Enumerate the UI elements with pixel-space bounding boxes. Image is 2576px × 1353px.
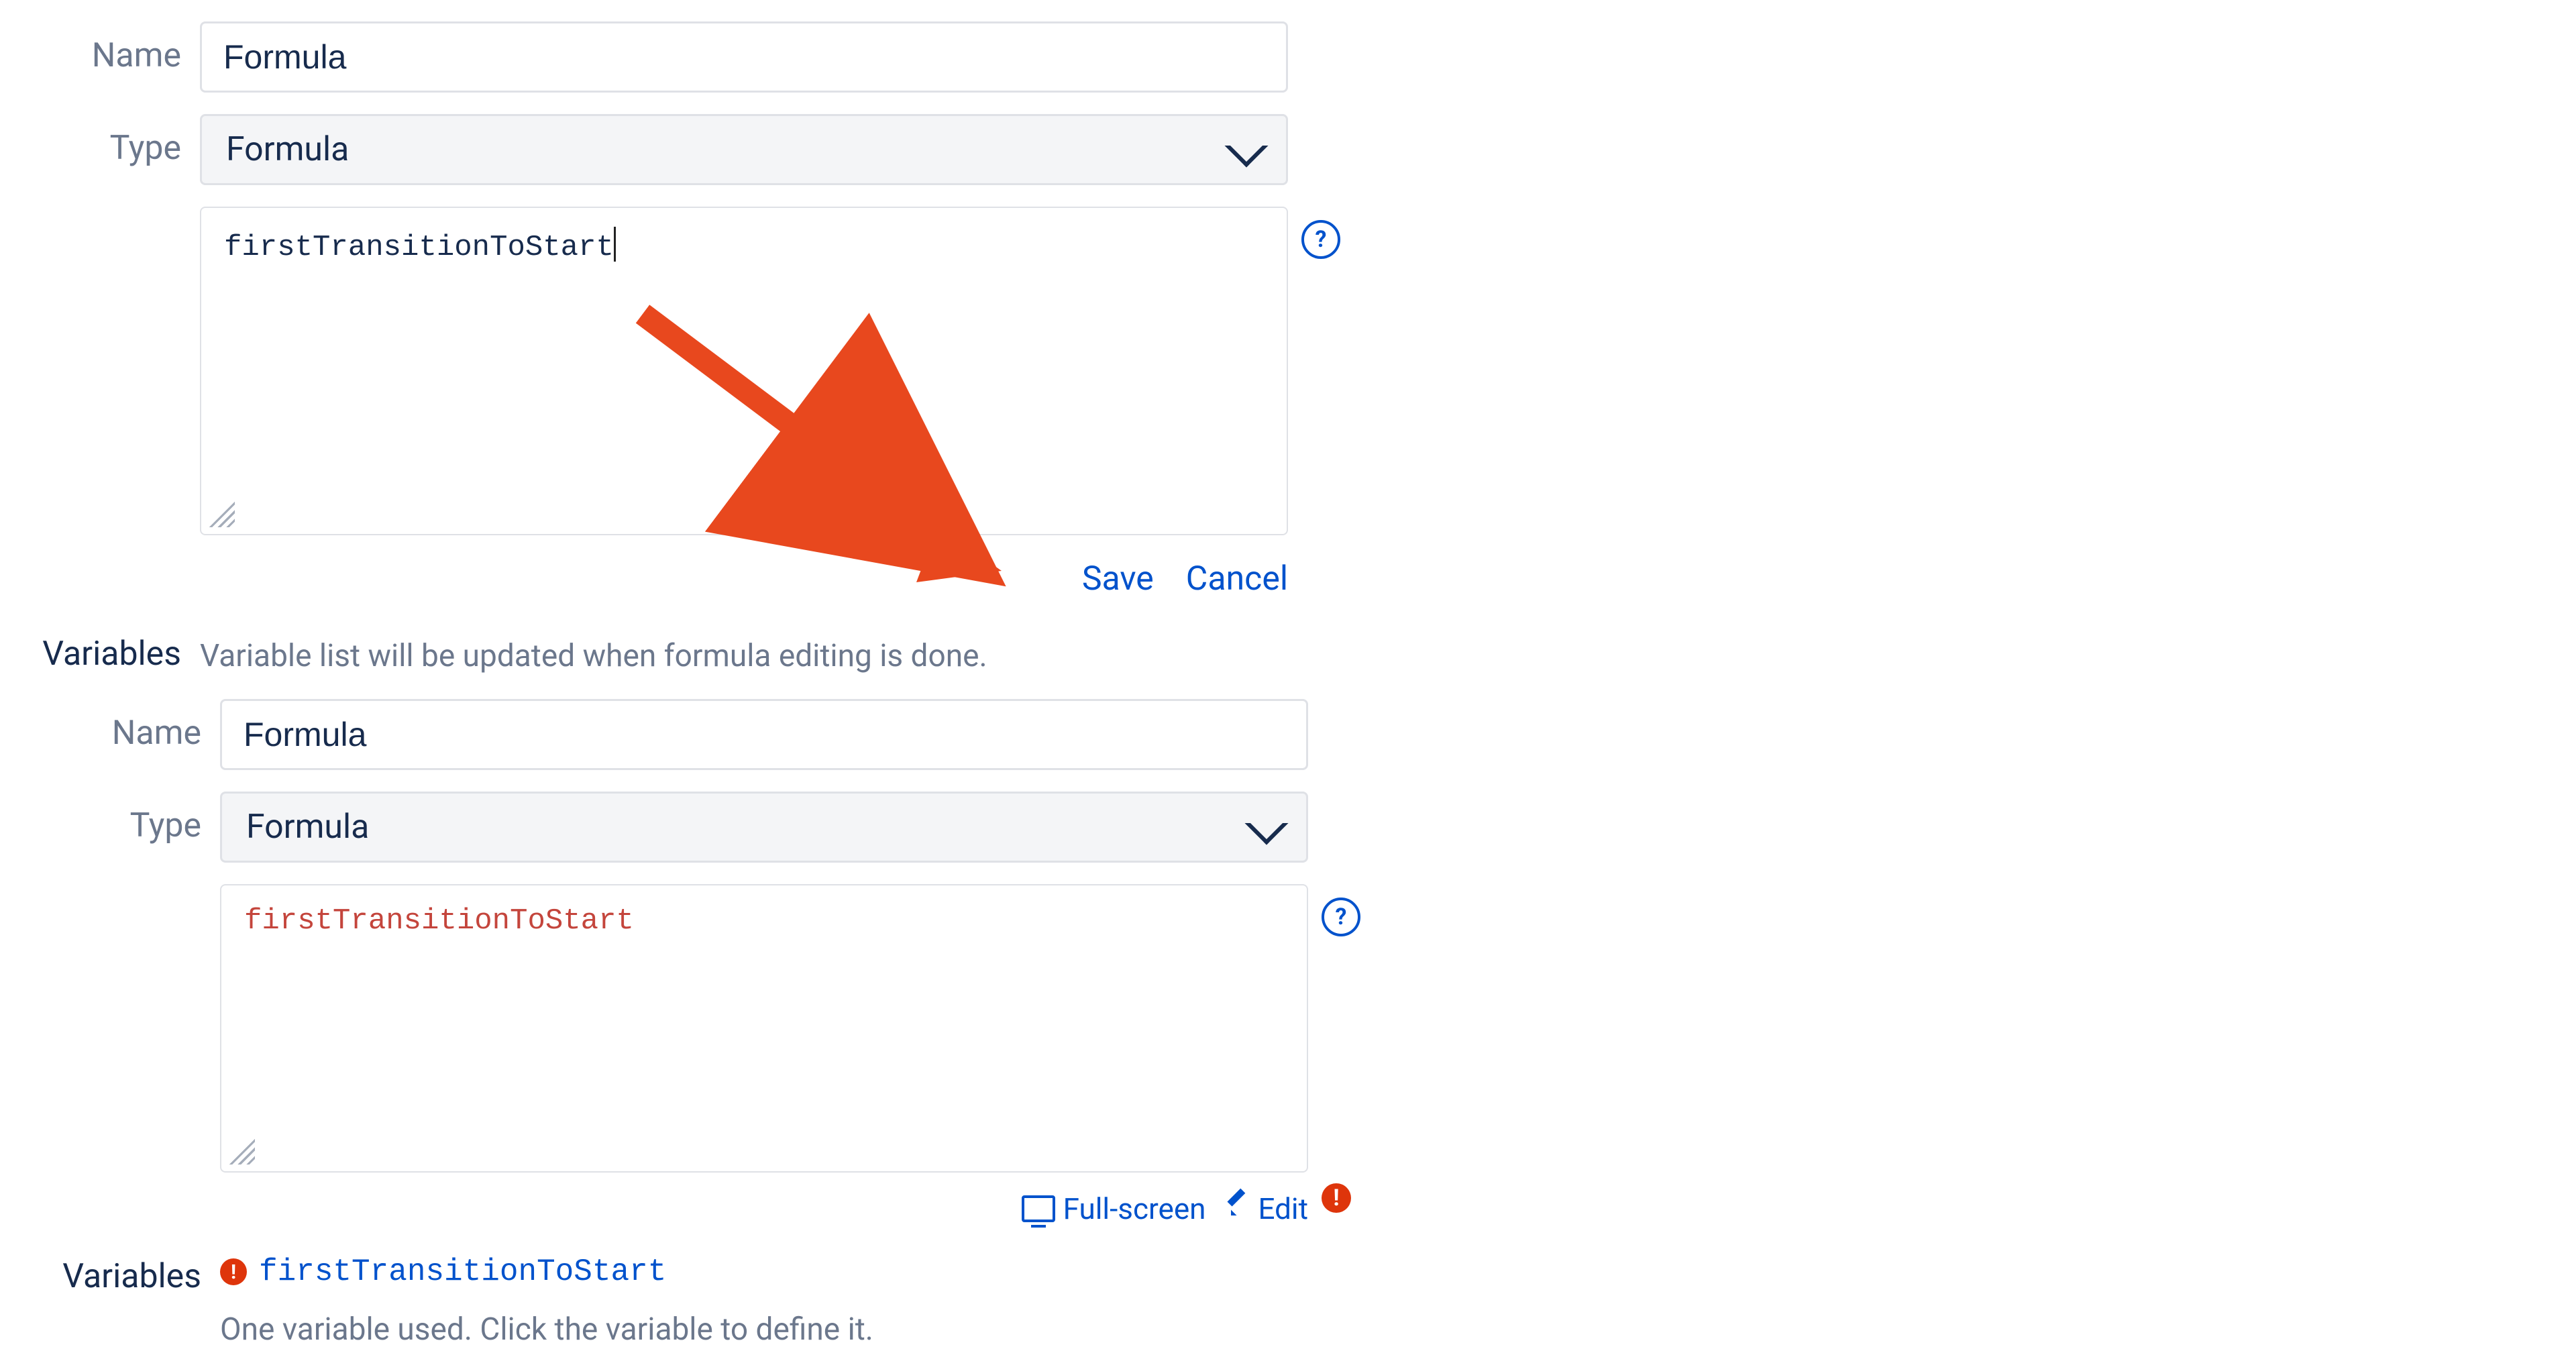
error-circle-icon: ! xyxy=(1322,1183,1351,1213)
formula-field-wrap: firstTransitionToStart ? ! Full-screen E… xyxy=(220,884,1308,1226)
variables-hint-wrap: Variable list will be updated when formu… xyxy=(200,620,1288,678)
chevron-down-icon xyxy=(1244,802,1288,845)
help-icon[interactable]: ? xyxy=(1322,898,1360,936)
name-field-wrap xyxy=(220,699,1308,770)
formula-text-error: firstTransitionToStart xyxy=(244,904,634,938)
resize-grip-icon xyxy=(228,1138,255,1165)
type-row: Type Formula xyxy=(54,792,1308,863)
formula-actions: Save Cancel xyxy=(200,559,1288,598)
edit-label: Edit xyxy=(1258,1191,1308,1226)
name-input[interactable] xyxy=(220,699,1308,770)
type-select-value: Formula xyxy=(226,130,349,169)
name-input[interactable] xyxy=(200,21,1288,93)
help-circle-icon: ? xyxy=(1322,898,1360,936)
type-select[interactable]: Formula xyxy=(200,114,1288,185)
variable-link[interactable]: firstTransitionToStart xyxy=(259,1254,666,1289)
edit-button[interactable]: Edit xyxy=(1226,1191,1308,1226)
formula-editor-panel-readonly: Name Type Formula firstTransitionToStart… xyxy=(54,678,1308,1351)
name-label: Name xyxy=(54,699,201,753)
error-circle-icon: ! xyxy=(220,1258,247,1285)
variables-content: ! firstTransitionToStart One variable us… xyxy=(220,1242,1308,1351)
name-row: Name xyxy=(54,699,1308,770)
formula-label-empty xyxy=(34,207,181,221)
fullscreen-button[interactable]: Full-screen xyxy=(1022,1191,1206,1226)
fullscreen-icon xyxy=(1022,1195,1055,1222)
type-field-wrap: Formula xyxy=(220,792,1308,863)
type-label: Type xyxy=(54,792,201,845)
variables-label: Variables xyxy=(34,620,181,673)
formula-row: firstTransitionToStart ? ! Full-screen E… xyxy=(54,884,1308,1226)
variables-hint: Variable list will be updated when formu… xyxy=(200,620,1288,678)
formula-field-wrap: firstTransitionToStart ? Save Cancel xyxy=(200,207,1288,598)
formula-text: firstTransitionToStart xyxy=(224,231,614,264)
fullscreen-label: Full-screen xyxy=(1063,1191,1206,1226)
type-label: Type xyxy=(34,114,181,168)
formula-label-empty xyxy=(54,884,201,899)
variable-item: ! firstTransitionToStart xyxy=(220,1242,1308,1289)
type-field-wrap: Formula xyxy=(200,114,1288,185)
pencil-icon xyxy=(1226,1197,1250,1221)
text-caret xyxy=(614,227,616,262)
formula-editor-panel-editing: Name Type Formula firstTransitionToStart… xyxy=(34,0,1288,678)
type-select-value: Formula xyxy=(246,808,369,847)
error-icon[interactable]: ! xyxy=(1322,1183,1351,1213)
help-circle-icon: ? xyxy=(1301,220,1340,259)
cancel-button[interactable]: Cancel xyxy=(1186,559,1288,598)
formula-row: firstTransitionToStart ? Save Cancel xyxy=(34,207,1288,598)
formula-display[interactable]: firstTransitionToStart xyxy=(220,884,1308,1173)
save-button[interactable]: Save xyxy=(1082,559,1154,598)
name-row: Name xyxy=(34,21,1288,93)
resize-grip-icon[interactable] xyxy=(208,500,235,527)
variables-hint: One variable used. Click the variable to… xyxy=(220,1308,1308,1351)
formula-toolbar: Full-screen Edit xyxy=(220,1191,1308,1226)
name-label: Name xyxy=(34,21,181,75)
type-select[interactable]: Formula xyxy=(220,792,1308,863)
formula-textarea[interactable]: firstTransitionToStart xyxy=(200,207,1288,535)
variables-label: Variables xyxy=(54,1242,201,1296)
variables-row: Variables ! firstTransitionToStart One v… xyxy=(54,1242,1308,1351)
chevron-down-icon xyxy=(1224,123,1268,167)
type-row: Type Formula xyxy=(34,114,1288,185)
name-field-wrap xyxy=(200,21,1288,93)
variables-row: Variables Variable list will be updated … xyxy=(34,620,1288,678)
help-icon[interactable]: ? xyxy=(1301,220,1340,259)
